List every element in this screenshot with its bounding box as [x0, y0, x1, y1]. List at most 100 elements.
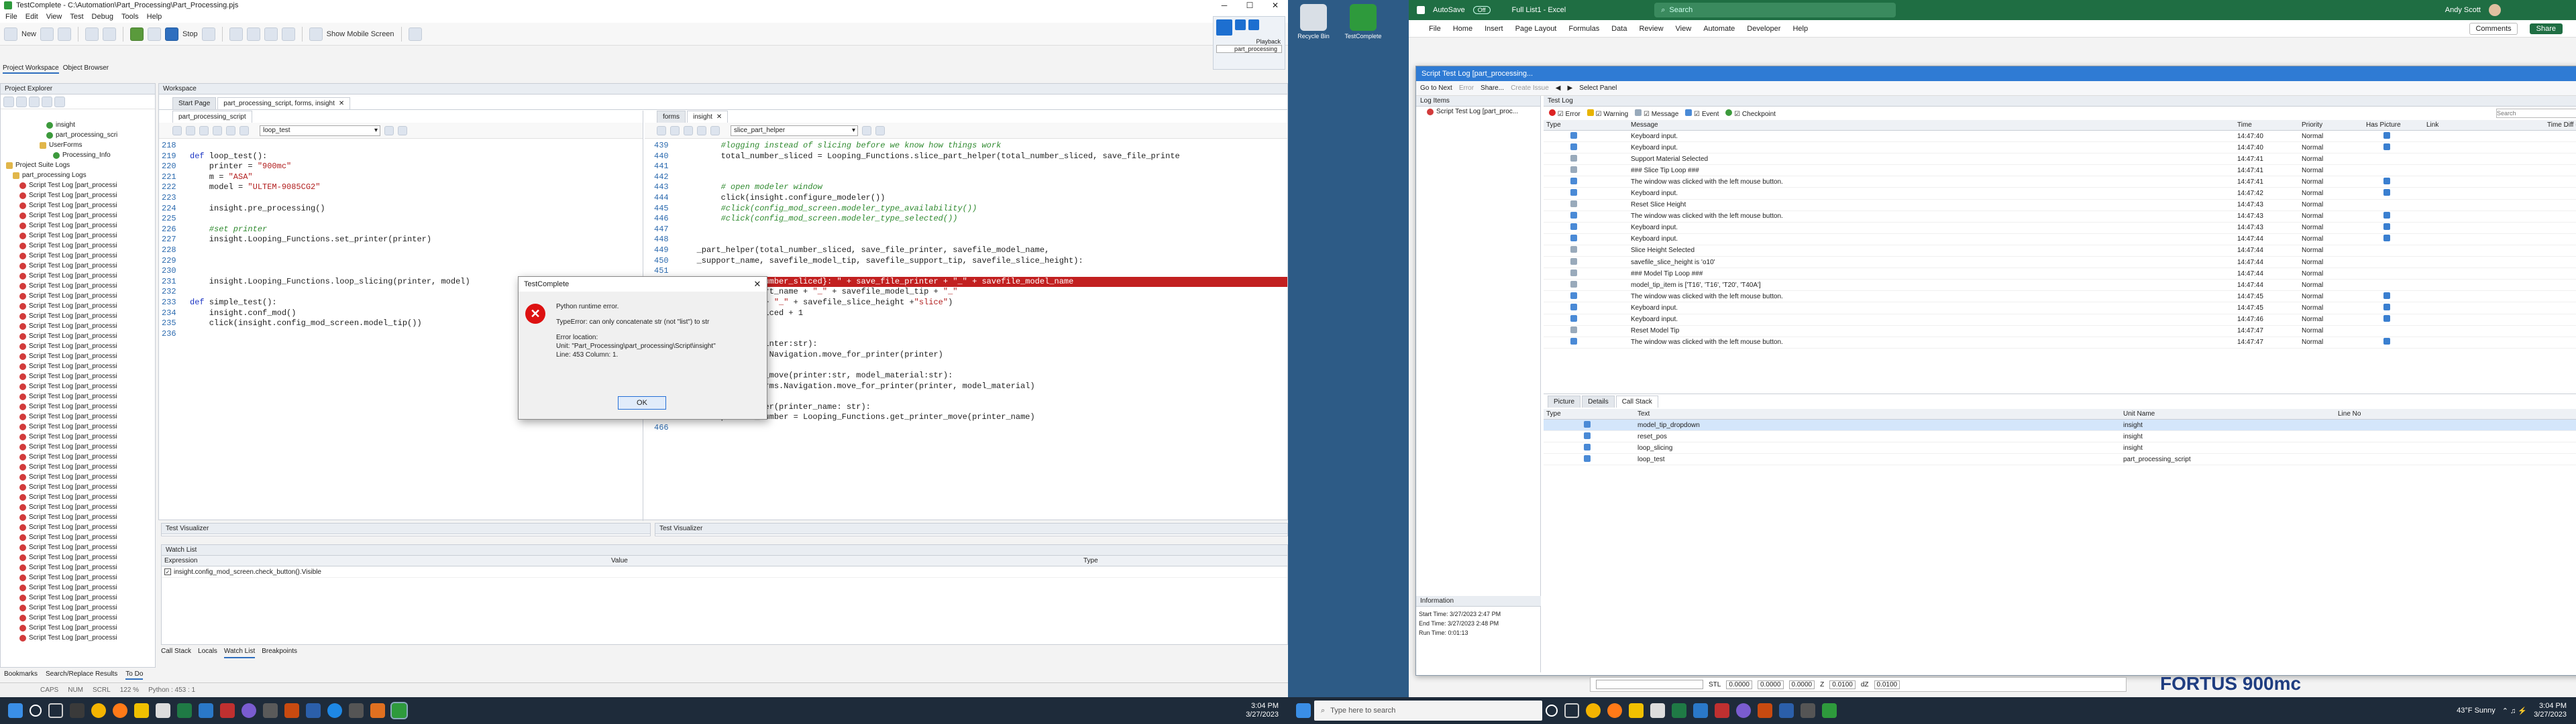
error-filter-button[interactable]: Error [1459, 84, 1474, 92]
indent-icon[interactable] [172, 125, 182, 135]
watch-row[interactable]: ✓ insight.config_mod_screen.check_button… [162, 566, 1287, 579]
uncomment-icon[interactable] [213, 125, 222, 135]
tree-item[interactable]: Project Suite Logs [1, 160, 155, 170]
code-line[interactable]: 221 m = "ASA" [159, 172, 643, 183]
ribbon-tab-home[interactable]: Home [1453, 25, 1472, 33]
tree-item[interactable]: Script Test Log [part_processi [1, 281, 155, 291]
close-button[interactable]: ✕ [1263, 1, 1288, 10]
chrome-icon[interactable] [1586, 703, 1601, 718]
tree-item[interactable]: Script Test Log [part_processi [1, 623, 155, 633]
widgets-icon[interactable] [70, 703, 85, 718]
app-icon[interactable] [349, 703, 364, 718]
avatar[interactable] [2489, 4, 2501, 16]
tree-item[interactable]: Script Test Log [part_processi [1, 422, 155, 432]
tab-project-workspace[interactable]: Project Workspace [3, 64, 59, 74]
tree-item[interactable]: Script Test Log [part_processi [1, 613, 155, 623]
picture-icon[interactable] [2383, 131, 2390, 139]
tree-item[interactable]: Script Test Log [part_processi [1, 271, 155, 281]
task-view-icon[interactable] [48, 703, 63, 718]
tree-item[interactable]: Script Test Log [part_processi [1, 381, 155, 391]
code-line[interactable]: 445 #click(config_mod_screen.modeler_typ… [651, 204, 1287, 215]
ribbon-tab-help[interactable]: Help [1792, 25, 1808, 33]
function-dropdown[interactable]: loop_test ▾ [260, 125, 380, 136]
more-icon[interactable] [408, 27, 422, 41]
function-dropdown[interactable]: slice_part_helper ▾ [731, 125, 858, 136]
tab-insight[interactable]: insight ✕ [687, 111, 729, 123]
tree-item[interactable]: Script Test Log [part_processi [1, 572, 155, 583]
column-priority[interactable]: Priority [2299, 121, 2363, 129]
log-item[interactable]: Script Test Log [part_proc... [1416, 107, 1540, 117]
tab-call-stack[interactable]: Call Stack [1615, 396, 1658, 408]
ribbon-tab-page-layout[interactable]: Page Layout [1515, 25, 1557, 33]
tree-item[interactable]: Script Test Log [part_processi [1, 351, 155, 361]
code-line[interactable]: 447 [651, 225, 1287, 235]
tree-item[interactable]: Script Test Log [part_processi [1, 432, 155, 442]
step-icon[interactable] [201, 27, 215, 41]
testcomplete-taskbar-icon[interactable] [390, 702, 408, 719]
menu-file[interactable]: File [5, 13, 17, 21]
run-function-icon[interactable] [862, 125, 871, 135]
log-row[interactable]: Slice Height Selected 14:47:44 Normal 0.51 [1544, 245, 2576, 257]
tree-item[interactable]: Script Test Log [part_processi [1, 532, 155, 542]
tree-item[interactable]: Script Test Log [part_processi [1, 331, 155, 341]
menu-edit[interactable]: Edit [25, 13, 38, 21]
log-row[interactable]: The window was clicked with the left mou… [1544, 337, 2576, 349]
mail-icon[interactable] [1650, 703, 1665, 718]
tree-item[interactable]: Script Test Log [part_processi [1, 452, 155, 462]
code-line[interactable]: 225 [159, 214, 643, 225]
close-icon[interactable]: ✕ [339, 100, 344, 107]
keyword-icon[interactable] [281, 27, 295, 41]
code-line[interactable]: 226 #set printer [159, 225, 643, 235]
menu-view[interactable]: View [46, 13, 62, 21]
tree-item[interactable]: Script Test Log [part_processi [1, 492, 155, 502]
log-search-input[interactable] [2496, 109, 2576, 118]
create-issue-button[interactable]: Create Issue [1511, 84, 1549, 92]
tree-item[interactable]: part_processing Logs [1, 170, 155, 180]
ribbon-tab-automate[interactable]: Automate [1703, 25, 1735, 33]
tree-item[interactable]: Script Test Log [part_processi [1, 301, 155, 311]
menu-debug[interactable]: Debug [92, 13, 113, 21]
app-icon[interactable] [1736, 703, 1751, 718]
back-icon[interactable]: ◀ [1556, 84, 1561, 92]
file-explorer-icon[interactable] [134, 703, 149, 718]
refresh-icon[interactable] [29, 96, 40, 107]
column-time[interactable]: Time [2235, 121, 2299, 129]
tab-to-do[interactable]: To Do [125, 670, 144, 680]
vscode-icon[interactable] [199, 703, 213, 718]
excel-search[interactable]: ⌕ Search [1654, 3, 1896, 17]
run-icon[interactable] [130, 27, 144, 41]
code-line[interactable]: 440 total_number_sliced = Looping_Functi… [651, 152, 1287, 162]
excel-icon[interactable] [177, 703, 192, 718]
code-line[interactable]: 444 click(insight.configure_modeler()) [651, 193, 1287, 204]
close-icon[interactable]: ✕ [716, 113, 722, 121]
code-line[interactable]: 450 _support_name, savefile_model_tip, s… [651, 256, 1287, 267]
collapse-icon[interactable] [42, 96, 52, 107]
forward-icon[interactable]: ▶ [1567, 84, 1572, 92]
object-icon[interactable] [264, 27, 278, 41]
picture-icon[interactable] [2383, 177, 2390, 184]
tree-item[interactable]: Script Test Log [part_processi [1, 291, 155, 301]
filter-error[interactable]: ☑ Error [1549, 109, 1580, 118]
tree-item[interactable]: Script Test Log [part_processi [1, 442, 155, 452]
tree-item[interactable]: Script Test Log [part_processi [1, 583, 155, 593]
column-type[interactable]: Type [1081, 557, 1282, 564]
save-icon[interactable] [58, 27, 72, 41]
code-line[interactable]: 446 #click(config_mod_screen.modeler_typ… [651, 214, 1287, 225]
code-line[interactable]: 448 [651, 235, 1287, 245]
cortana-icon[interactable] [1546, 705, 1558, 717]
ribbon-tab-view[interactable]: View [1676, 25, 1692, 33]
column-text[interactable]: Text [1635, 410, 2121, 418]
tab-object-browser[interactable]: Object Browser [63, 64, 109, 74]
log-row[interactable]: Keyboard input. 14:47:45 Normal 0.65 [1544, 302, 2576, 314]
tree-item[interactable]: Script Test Log [part_processi [1, 562, 155, 572]
tree-item[interactable]: Script Test Log [part_processi [1, 180, 155, 190]
tree-item[interactable]: Script Test Log [part_processi [1, 542, 155, 552]
picture-icon[interactable] [2383, 315, 2390, 322]
vscode-icon[interactable] [1693, 703, 1708, 718]
desktop-icon-recycle-bin[interactable]: Recycle Bin [1293, 4, 1334, 40]
word-icon[interactable] [1779, 703, 1794, 718]
pause-icon[interactable] [148, 27, 162, 41]
tree-item[interactable]: Script Test Log [part_processi [1, 603, 155, 613]
pause-icon[interactable] [1235, 19, 1246, 30]
mobile-icon[interactable] [309, 27, 323, 41]
